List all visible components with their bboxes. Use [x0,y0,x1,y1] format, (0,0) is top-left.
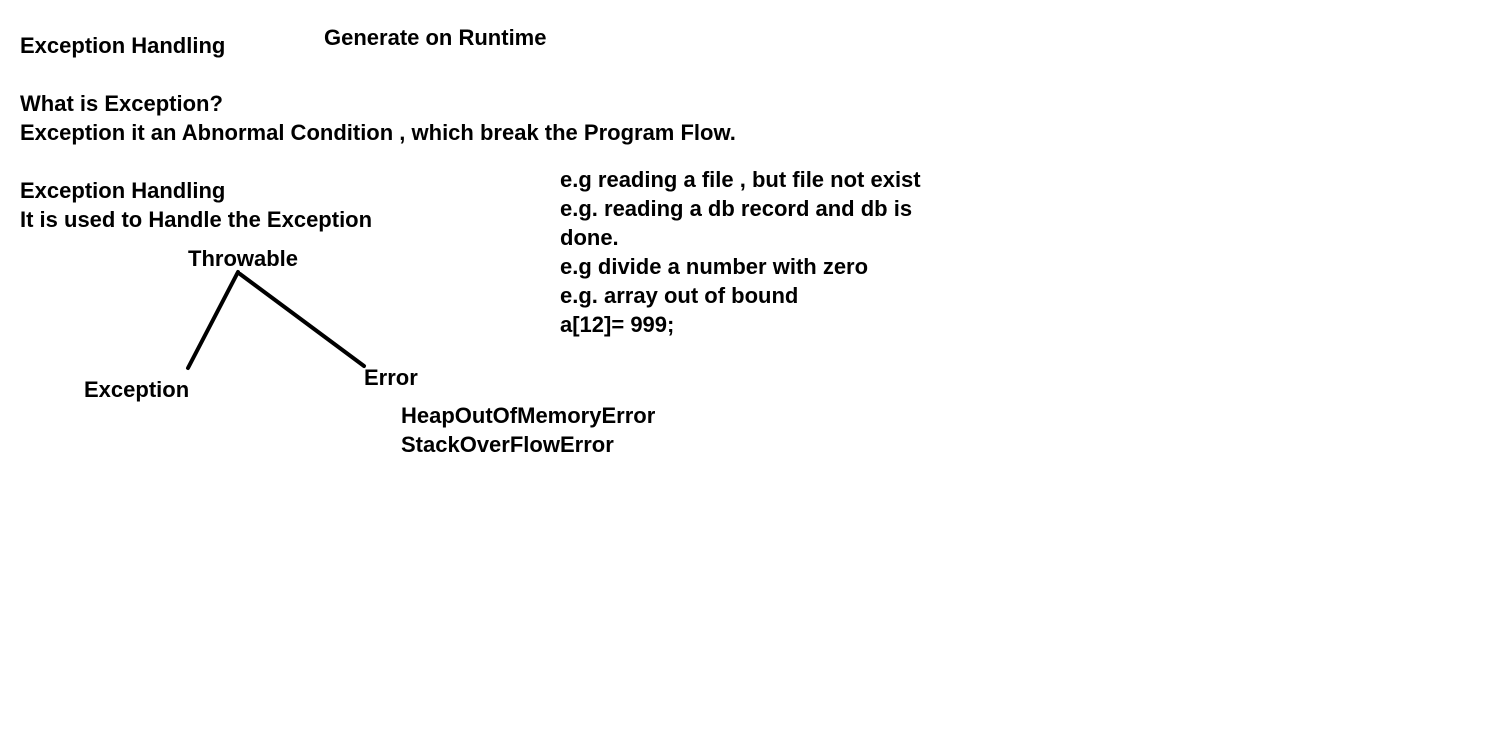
node-throwable: Throwable [188,246,299,271]
node-exception: Exception [84,377,190,402]
error-type-item: StackOverFlowError [401,432,614,457]
hierarchy-connectors [186,270,366,370]
node-error: Error [364,365,418,390]
whiteboard-canvas: { "notes": { "heading": "Exception Handl… [0,0,1508,742]
error-type-item: HeapOutOfMemoryError [401,403,656,428]
connector-throwable-exception [186,270,240,370]
error-types-list: HeapOutOfMemoryError StackOverFlowError [401,401,655,459]
connector-throwable-error [238,272,366,368]
